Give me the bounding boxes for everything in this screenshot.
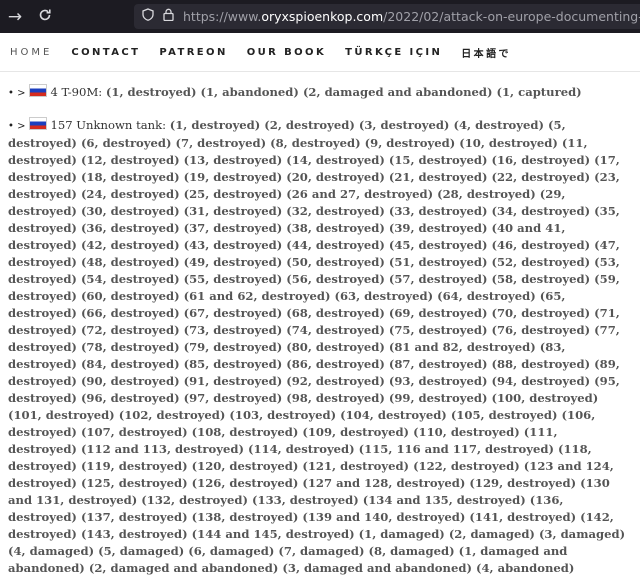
site-navigation: HOME CONTACT PATREON OUR BOOK TÜRKÇE IÇI… [0,33,640,72]
nav-turkish[interactable]: TÜRKÇE IÇIN [345,47,442,58]
list-item: • > 157 Unknown tank: (1, destroyed) (2, … [8,117,630,577]
russia-flag-icon [29,117,48,130]
url-protocol: https://www. [183,9,262,24]
address-bar[interactable]: https://www. oryxspioenkop.com/2022/02/at… [134,4,640,29]
bullet-marker: • > [8,121,26,132]
lock-icon[interactable] [163,8,174,25]
nav-patreon[interactable]: PATREON [159,47,227,58]
nav-our-book[interactable]: OUR BOOK [247,47,326,58]
nav-home[interactable]: HOME [10,47,52,58]
equipment-title: 157 Unknown tank: [50,118,167,132]
url-path: /2022/02/attack-on-europe-documenting-eq… [383,9,640,24]
browser-toolbar: → https://www. oryxspioenkop.com/2022/02/… [0,0,640,33]
reload-icon[interactable] [30,7,60,27]
url-host: oryxspioenkop.com [261,9,384,24]
forward-arrow-icon[interactable]: → [0,7,30,27]
bullet-marker: • > [8,88,26,99]
list-item: • > 4 T-90M: (1, destroyed) (1, abandoned… [8,84,630,102]
loss-records: (1, destroyed) (2, destroyed) (3, destro… [8,118,626,575]
nav-contact[interactable]: CONTACT [71,47,140,58]
article-content: • > 4 T-90M: (1, destroyed) (1, abandoned… [0,72,640,577]
loss-records: (1, destroyed) (1, abandoned) (2, damage… [105,85,582,99]
russia-flag-icon [29,84,48,97]
equipment-title: 4 T-90M: [50,85,103,99]
nav-japanese[interactable]: 日本語で [461,45,511,60]
shield-icon[interactable] [142,8,154,25]
